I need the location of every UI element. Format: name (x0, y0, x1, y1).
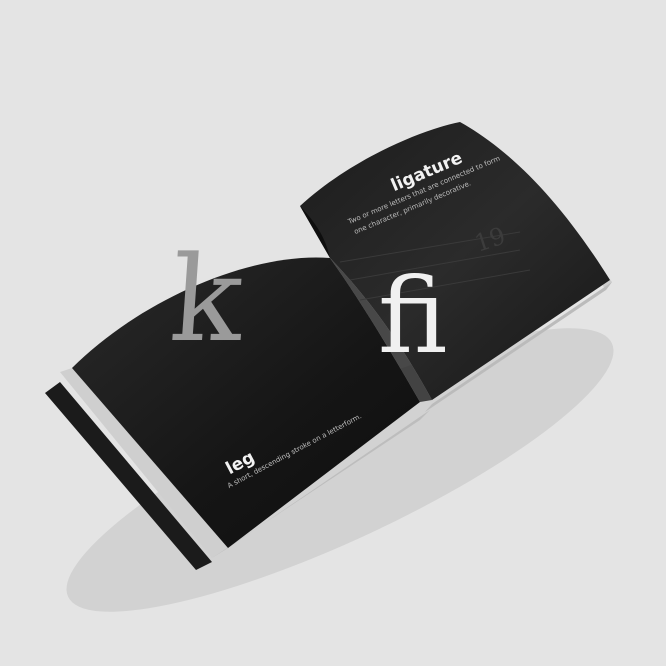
book-mockup-scene: k fi 19 ligature Two or more letters tha… (0, 0, 666, 666)
open-book: k fi 19 (45, 122, 614, 612)
glyph-k: k (166, 230, 249, 368)
glyph-fi: fi (378, 255, 447, 377)
